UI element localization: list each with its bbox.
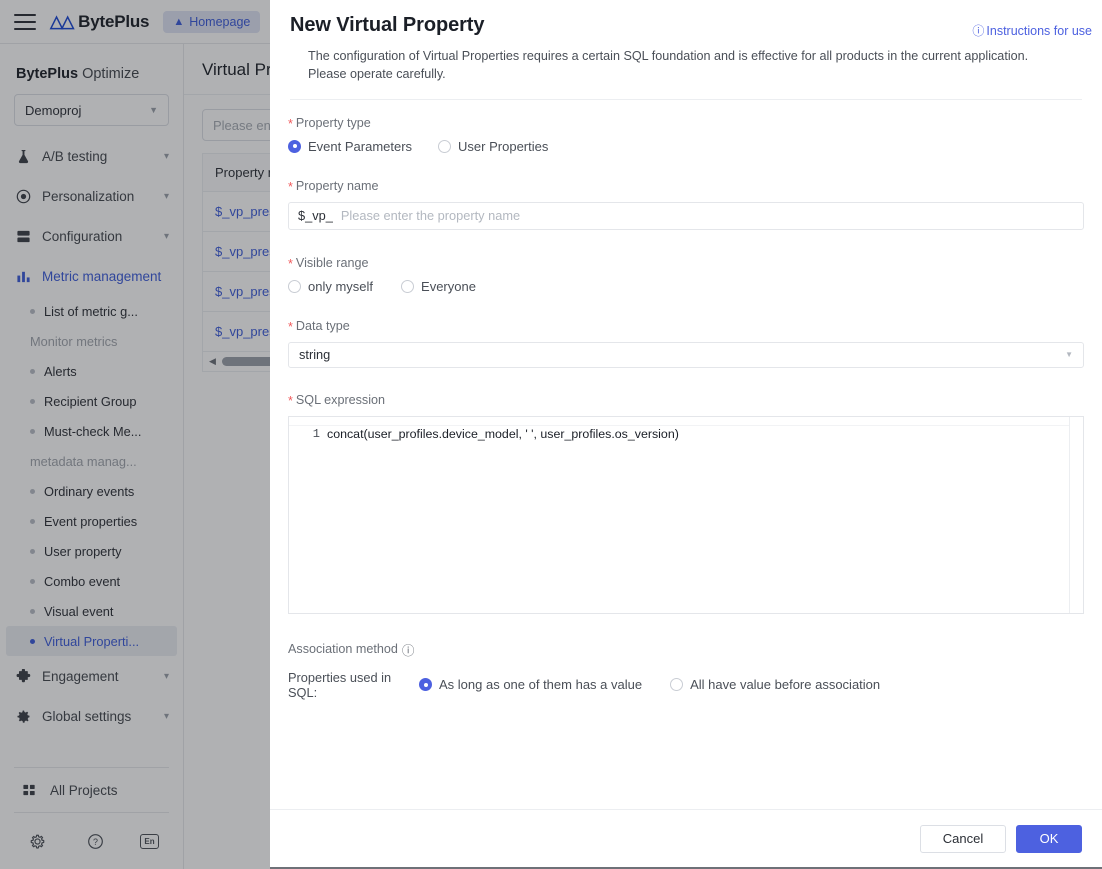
field-association-method: Association method ⓘ Properties used in … xyxy=(288,640,1084,700)
sql-expression-editor[interactable]: 1 concat(user_profiles.device_model, ' '… xyxy=(288,415,1084,614)
label-property-type: * Property type xyxy=(288,115,1084,132)
radio-indicator xyxy=(401,279,415,293)
data-type-select[interactable]: string ▼ xyxy=(288,341,1084,368)
modal-header: New Virtual Property ⓘ Instructions for … xyxy=(270,0,1102,100)
editor-top-rule xyxy=(289,424,1069,426)
field-data-type: * Data type string ▼ xyxy=(288,319,1084,368)
radio-label: All have value before association xyxy=(690,677,881,692)
property-name-placeholder: Please enter the property name xyxy=(340,208,521,223)
label-association-method: Association method ⓘ xyxy=(288,640,1084,659)
instructions-label: Instructions for use xyxy=(986,23,1092,38)
property-name-input[interactable]: $_vp_ Please enter the property name xyxy=(288,201,1084,230)
modal-description: The configuration of Virtual Properties … xyxy=(308,49,1029,82)
chevron-down-icon: ▼ xyxy=(1065,350,1073,359)
modal-title: New Virtual Property xyxy=(290,14,485,36)
label-data-type: * Data type xyxy=(288,318,1084,335)
data-type-value: string xyxy=(299,347,331,362)
sql-line-code: concat(user_profiles.device_model, ' ', … xyxy=(327,426,679,441)
label-text: SQL expression xyxy=(295,392,386,407)
instructions-for-use-link[interactable]: ⓘ Instructions for use xyxy=(972,22,1092,39)
label-property-name: * Property name xyxy=(288,178,1084,195)
divider xyxy=(290,98,1082,100)
radio-label: Event Parameters xyxy=(308,138,413,154)
required-asterisk: * xyxy=(288,117,293,132)
field-sql-expression: * SQL expression 1 concat(user_profiles.… xyxy=(288,393,1084,614)
new-virtual-property-modal: New Virtual Property ⓘ Instructions for … xyxy=(270,0,1102,869)
radio-group-property-type: Event Parameters User Properties xyxy=(288,139,1084,154)
info-circle-icon[interactable]: ⓘ xyxy=(402,640,415,659)
radio-group-association-method: Properties used in SQL: As long as one o… xyxy=(288,670,1084,700)
radio-label: As long as one of them has a value xyxy=(439,677,643,692)
radio-one-has-value[interactable]: As long as one of them has a value xyxy=(419,677,642,692)
association-prefix-label: Properties used in SQL: xyxy=(288,669,392,700)
field-visible-range: * Visible range only myself Everyone xyxy=(288,256,1084,294)
info-circle-icon: ⓘ xyxy=(972,24,985,38)
sql-line-number: 1 xyxy=(312,426,320,441)
label-text: Property name xyxy=(295,178,379,193)
cancel-button[interactable]: Cancel xyxy=(920,824,1006,853)
required-asterisk: * xyxy=(288,320,293,335)
radio-label: Everyone xyxy=(421,278,476,294)
radio-everyone[interactable]: Everyone xyxy=(401,279,476,294)
radio-group-visible-range: only myself Everyone xyxy=(288,279,1084,294)
field-property-name: * Property name $_vp_ Please enter the p… xyxy=(288,179,1084,230)
radio-label: only myself xyxy=(308,278,374,294)
required-asterisk: * xyxy=(288,257,293,272)
modal-footer: Cancel OK xyxy=(270,809,1102,867)
required-asterisk: * xyxy=(288,394,293,409)
radio-all-have-value[interactable]: All have value before association xyxy=(670,677,880,692)
radio-indicator xyxy=(288,139,301,153)
radio-indicator xyxy=(438,139,452,153)
app-root: △△ BytePlus ▲ Homepage BytePlus Optimize… xyxy=(0,0,1102,869)
editor-scrollbar[interactable] xyxy=(1069,416,1083,613)
radio-indicator xyxy=(288,279,301,293)
required-asterisk: * xyxy=(288,180,293,195)
label-text: Data type xyxy=(295,318,350,333)
label-visible-range: * Visible range xyxy=(288,255,1084,272)
radio-label: User Properties xyxy=(458,138,549,154)
radio-user-properties[interactable]: User Properties xyxy=(438,139,548,154)
label-text: Association method xyxy=(288,642,398,656)
modal-body: * Property type Event Parameters User Pr… xyxy=(270,100,1102,810)
radio-event-parameters[interactable]: Event Parameters xyxy=(288,139,412,154)
radio-indicator xyxy=(419,678,432,691)
label-text: Property type xyxy=(295,115,371,130)
radio-only-myself[interactable]: only myself xyxy=(288,279,373,294)
label-sql-expression: * SQL expression xyxy=(288,392,1084,409)
property-name-prefix: $_vp_ xyxy=(298,208,333,223)
label-text: Visible range xyxy=(295,255,369,270)
radio-indicator xyxy=(670,678,684,691)
ok-button[interactable]: OK xyxy=(1016,824,1082,853)
sql-line: 1 concat(user_profiles.device_model, ' '… xyxy=(289,425,1083,444)
field-property-type: * Property type Event Parameters User Pr… xyxy=(288,116,1084,154)
